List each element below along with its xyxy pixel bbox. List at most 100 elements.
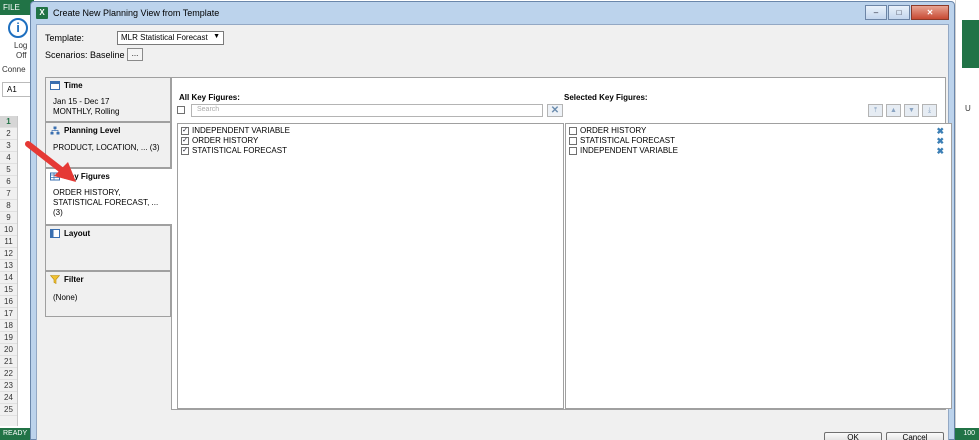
- excel-name-box[interactable]: A1: [2, 82, 32, 97]
- nav-key-figures-desc: ORDER HISTORY, STATISTICAL FORECAST, ...…: [53, 188, 159, 217]
- calendar-icon: [50, 81, 60, 90]
- excel-row-header[interactable]: 15: [0, 284, 17, 296]
- layout-icon: [50, 229, 60, 238]
- excel-row-header[interactable]: 18: [0, 320, 17, 332]
- key-figure-checkbox[interactable]: ✓: [181, 147, 189, 155]
- template-select[interactable]: MLR Statistical Forecast ▼: [117, 31, 224, 45]
- excel-row-header[interactable]: 9: [0, 212, 17, 224]
- excel-row-header[interactable]: 11: [0, 236, 17, 248]
- create-planning-view-dialog: X Create New Planning View from Template…: [30, 1, 955, 440]
- excel-row-header[interactable]: 20: [0, 344, 17, 356]
- excel-row-header[interactable]: 23: [0, 380, 17, 392]
- excel-row-header[interactable]: 8: [0, 200, 17, 212]
- all-key-figures-list: ✓ INDEPENDENT VARIABLE ✓ ORDER HISTORY ✓ STAT…: [177, 123, 564, 409]
- selected-key-figures-title: Selected Key Figures:: [564, 93, 648, 102]
- scenarios-browse-button[interactable]: ...: [127, 48, 143, 61]
- nav-filter-title: Filter: [64, 275, 84, 284]
- excel-status-ready: READY: [3, 430, 28, 437]
- scenarios-label: Scenarios:: [45, 50, 88, 60]
- excel-row-header[interactable]: 13: [0, 260, 17, 272]
- key-figures-panel: All Key Figures: Search ✕ ✓ INDEPENDENT V…: [171, 77, 952, 410]
- key-figure-label: INDEPENDENT VARIABLE: [192, 126, 290, 135]
- nav-section-time[interactable]: Time Jan 15 - Dec 17 MONTHLY, Rolling: [45, 77, 171, 122]
- remove-icon[interactable]: ✖: [936, 136, 944, 146]
- selected-key-figure-label: INDEPENDENT VARIABLE: [580, 146, 678, 155]
- plugin-logo-icon[interactable]: i: [8, 18, 28, 38]
- excel-row-header[interactable]: 10: [0, 224, 17, 236]
- close-button[interactable]: ✕: [911, 5, 949, 20]
- excel-file-tab[interactable]: FILE: [0, 0, 34, 15]
- reorder-buttons: ⤒ ▲ ▼ ⤓: [865, 104, 937, 117]
- excel-row-header[interactable]: 25: [0, 404, 17, 416]
- settings-nav: Time Jan 15 - Dec 17 MONTHLY, Rolling Pl…: [45, 77, 172, 321]
- clear-search-icon[interactable]: ✕: [547, 104, 563, 117]
- select-all-checkbox[interactable]: [177, 106, 185, 114]
- scenarios-value: Baseline: [90, 50, 125, 60]
- window-buttons: – □ ✕: [864, 5, 949, 20]
- excel-row-header[interactable]: 17: [0, 308, 17, 320]
- nav-section-filter[interactable]: Filter (None): [45, 271, 171, 317]
- selected-key-figure-item[interactable]: INDEPENDENT VARIABLE ✖: [569, 146, 948, 156]
- excel-row-header[interactable]: 6: [0, 176, 17, 188]
- search-row: Search ✕: [177, 104, 563, 118]
- excel-row-header[interactable]: 24: [0, 392, 17, 404]
- annotation-arrow-icon: [25, 141, 76, 182]
- excel-row-header[interactable]: 5: [0, 164, 17, 176]
- minimize-button[interactable]: –: [865, 5, 887, 20]
- excel-row-header[interactable]: 21: [0, 356, 17, 368]
- dialog-client-area: Template: MLR Statistical Forecast ▼ Sce…: [36, 24, 952, 440]
- move-up-icon[interactable]: ▲: [886, 104, 901, 117]
- move-top-icon[interactable]: ⤒: [868, 104, 883, 117]
- selected-key-figure-checkbox[interactable]: [569, 147, 577, 155]
- excel-app-icon: X: [36, 7, 48, 19]
- all-key-figures-title: All Key Figures:: [179, 93, 240, 102]
- selected-key-figure-checkbox[interactable]: [569, 127, 577, 135]
- search-input[interactable]: Search: [191, 104, 543, 117]
- selected-key-figure-label: STATISTICAL FORECAST: [580, 136, 675, 145]
- excel-row-header[interactable]: 19: [0, 332, 17, 344]
- selected-key-figures-list: ORDER HISTORY ✖ STATISTICAL FORECAST ✖ INDEP…: [565, 123, 952, 409]
- excel-row-header[interactable]: 4: [0, 152, 17, 164]
- excel-row-header[interactable]: 22: [0, 368, 17, 380]
- maximize-button[interactable]: □: [888, 5, 910, 20]
- selected-key-figure-checkbox[interactable]: [569, 137, 577, 145]
- selected-key-figure-item[interactable]: STATISTICAL FORECAST ✖: [569, 136, 948, 146]
- hierarchy-icon: [50, 126, 60, 135]
- ribbon-logoff-text-2[interactable]: Off: [16, 51, 27, 60]
- chevron-down-icon: ▼: [213, 33, 220, 40]
- nav-time-title: Time: [64, 81, 83, 90]
- key-figure-checkbox[interactable]: ✓: [181, 127, 189, 135]
- move-bottom-icon[interactable]: ⤓: [922, 104, 937, 117]
- key-figure-label: STATISTICAL FORECAST: [192, 146, 287, 155]
- nav-planning-level-title: Planning Level: [64, 126, 121, 135]
- excel-row-header[interactable]: 1: [0, 116, 17, 128]
- selected-key-figure-item[interactable]: ORDER HISTORY ✖: [569, 126, 948, 136]
- dialog-title: Create New Planning View from Template: [53, 8, 220, 18]
- excel-row-header[interactable]: 16: [0, 296, 17, 308]
- dialog-titlebar[interactable]: X Create New Planning View from Template…: [31, 2, 954, 24]
- cancel-button[interactable]: Cancel: [886, 432, 944, 440]
- template-label: Template:: [45, 33, 85, 43]
- ribbon-logoff-text-1[interactable]: Log: [14, 41, 27, 50]
- nav-section-layout[interactable]: Layout: [45, 225, 171, 271]
- nav-time-desc: Jan 15 - Dec 17 MONTHLY, Rolling: [53, 97, 120, 116]
- remove-icon[interactable]: ✖: [936, 146, 944, 156]
- all-key-figure-item[interactable]: ✓ ORDER HISTORY: [181, 136, 560, 146]
- excel-row-header[interactable]: 7: [0, 188, 17, 200]
- excel-row-header[interactable]: 12: [0, 248, 17, 260]
- excel-green-bar: [962, 20, 979, 68]
- ribbon-connect-text: Conne: [2, 65, 26, 74]
- filter-icon: [50, 275, 60, 284]
- ok-button[interactable]: OK: [824, 432, 882, 440]
- all-key-figure-item[interactable]: ✓ INDEPENDENT VARIABLE: [181, 126, 560, 136]
- all-key-figure-item[interactable]: ✓ STATISTICAL FORECAST: [181, 146, 560, 156]
- nav-filter-desc: (None): [53, 293, 78, 302]
- remove-icon[interactable]: ✖: [936, 126, 944, 136]
- key-figure-checkbox[interactable]: ✓: [181, 137, 189, 145]
- excel-row-header[interactable]: 3: [0, 140, 17, 152]
- excel-row-header[interactable]: 2: [0, 128, 17, 140]
- excel-zoom-level[interactable]: 100: [963, 430, 975, 437]
- move-down-icon[interactable]: ▼: [904, 104, 919, 117]
- excel-row-header[interactable]: 14: [0, 272, 17, 284]
- excel-column-u[interactable]: U: [965, 104, 971, 113]
